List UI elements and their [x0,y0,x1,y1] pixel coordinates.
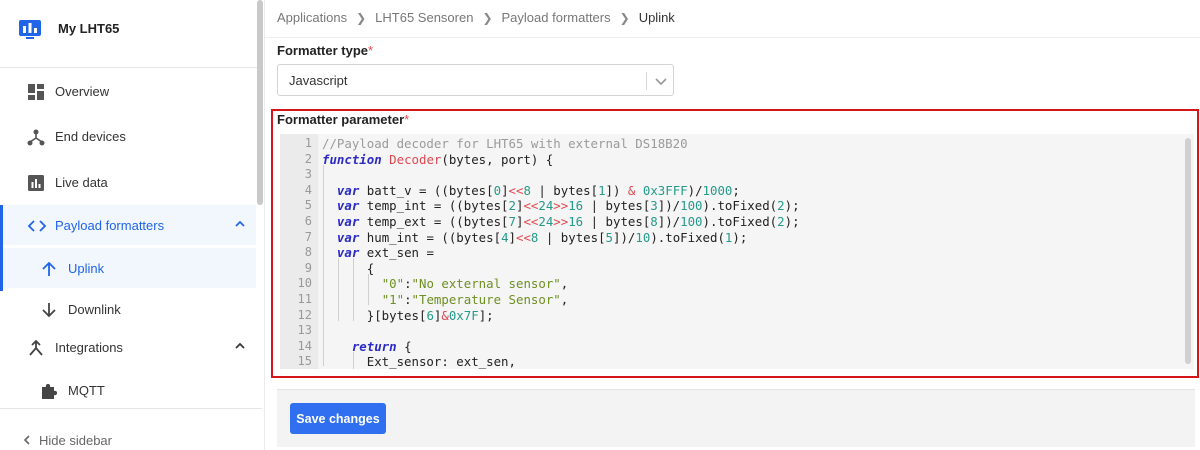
app-title: My LHT65 [58,21,120,36]
puzzle-icon [40,382,58,400]
code-brackets-icon [27,217,47,235]
sidebar-item-label: MQTT [68,383,105,398]
code-line: "0":"No external sensor", [381,276,569,292]
line-number: 8 [304,245,312,260]
line-number: 12 [297,307,312,322]
code-line: //Payload decoder for LHT65 with externa… [322,136,688,151]
sidebar-item-end-devices[interactable]: End devices [0,116,256,156]
select-divider [646,72,647,90]
sidebar-item-label: Uplink [68,261,105,276]
chevron-right-icon: ❯ [619,10,630,25]
code-line: }[bytes[6]&0x7F]; [322,307,494,323]
sidebar-item-uplink[interactable]: Uplink [0,248,256,288]
breadcrumb-payload-formatters[interactable]: Payload formatters [502,10,611,25]
line-number: 14 [297,338,312,353]
formatter-type-value: Javascript [289,73,348,88]
sidebar-item-overview[interactable]: Overview [0,71,256,111]
sidebar-item-payload-formatters[interactable]: Payload formatters [0,205,256,245]
code-line: var temp_int = ((bytes[2]<<24>>16 | byte… [336,198,800,214]
arrow-up-icon [40,260,58,278]
required-mark: * [368,43,374,58]
code-line: var temp_ext = ((bytes[7]<<24>>16 | byte… [336,214,800,229]
code-line: return { [351,338,412,354]
chevron-left-icon [23,433,31,448]
divider [264,0,265,450]
code-line: "1":"Temperature Sensor", [381,292,569,307]
required-mark: * [404,112,410,127]
code-line: { [322,260,375,276]
sidebar-item-label: Integrations [55,340,123,355]
line-number: 13 [297,323,312,338]
formatter-parameter-label: Formatter parameter* [277,112,409,127]
sidebar-item-label: End devices [55,129,126,144]
code-line: var hum_int = ((bytes[4]<<8 | bytes[5])/… [336,229,748,245]
breadcrumb-application[interactable]: LHT65 Sensoren [375,10,473,25]
app-dashboard-icon [18,17,42,46]
code-line: var batt_v = ((bytes[0]<<8 | bytes[1]) &… [336,182,740,198]
bar-chart-icon [27,174,45,192]
sidebar-item-live-data[interactable]: Live data [0,162,256,202]
chevron-right-icon: ❯ [356,10,367,25]
chevron-right-icon: ❯ [482,10,493,25]
line-number: 3 [304,167,312,182]
line-number: 9 [304,260,312,275]
breadcrumb: Applications ❯ LHT65 Sensoren ❯ Payload … [277,10,675,25]
save-changes-button[interactable]: Save changes [290,403,386,434]
breadcrumb-applications[interactable]: Applications [277,10,347,25]
sidebar-item-label: Live data [55,175,108,190]
code-line: Ext_sensor: ext_sen, [322,354,516,369]
sidebar-item-label: Overview [55,84,110,99]
line-number: 6 [304,214,312,228]
line-number: 1 [304,136,312,150]
sidebar-scrollbar[interactable] [257,0,263,205]
app-header: My LHT65 [0,0,262,68]
line-number: 7 [304,229,312,244]
breadcrumb-current: Uplink [638,10,675,25]
header-divider [265,37,1200,38]
line-number: 4 [304,182,312,197]
formatter-type-label: Formatter type* [277,43,373,58]
sidebar-item-integrations[interactable]: Integrations [0,327,256,367]
sidebar-item-label: Downlink [68,302,121,317]
chevron-down-icon[interactable] [654,74,668,92]
active-indicator [0,205,3,291]
sidebar-item-label: Payload formatters [55,218,165,233]
merge-icon [27,339,45,357]
sidebar-item-downlink[interactable]: Downlink [0,289,256,329]
hide-sidebar-label: Hide sidebar [39,433,112,448]
code-line: function Decoder(bytes, port) { [322,151,554,167]
grid-icon [27,83,45,101]
form-footer [277,389,1195,447]
formatter-type-label-text: Formatter type [277,43,369,58]
device-network-icon [27,128,45,146]
line-number: 5 [304,198,312,213]
line-number: 10 [297,276,312,291]
chevron-up-icon[interactable] [234,340,246,352]
line-number: 15 [297,354,312,369]
editor-scrollbar[interactable] [1185,138,1191,364]
arrow-down-icon [40,301,58,319]
code-editor[interactable]: 1 2 3 4 5 6 7 8 9 10 11 12 13 14 15 //Pa… [280,134,1194,369]
line-number: 11 [297,292,312,306]
hide-sidebar-button[interactable]: Hide sidebar [23,433,112,448]
sidebar-item-mqtt[interactable]: MQTT [0,370,256,410]
chevron-up-icon[interactable] [234,218,246,230]
sidebar: My LHT65 Overview End devices Live data … [0,0,262,450]
code-line: var ext_sen = [336,245,434,261]
formatter-parameter-label-text: Formatter parameter [277,112,405,127]
line-number: 2 [304,151,312,166]
formatter-type-select[interactable]: Javascript [277,64,674,96]
